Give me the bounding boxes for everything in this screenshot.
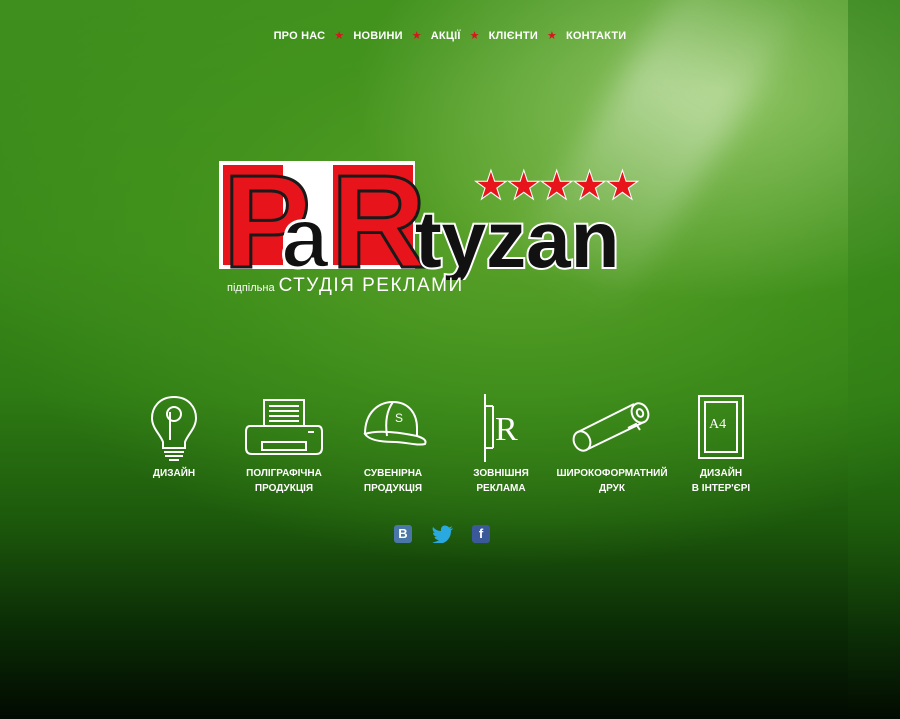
svg-text:S: S: [395, 411, 403, 425]
background-strip: [848, 0, 900, 719]
logo-tagline: підпільна СТУДІЯ РЕКЛАМИ: [227, 275, 464, 297]
nav-star-icon: ★: [546, 30, 557, 42]
tagline-small: підпільна: [227, 282, 275, 294]
nav-item-contacts[interactable]: КОНТАКТИ: [566, 30, 626, 42]
a4-frame-icon: A4: [698, 395, 744, 459]
service-label: ШИРОКОФОРМАТНИЙ ДРУК: [556, 468, 668, 494]
service-wide-format[interactable]: ШИРОКОФОРМАТНИЙ ДРУК: [552, 392, 672, 496]
lightbulb-icon: [150, 395, 198, 461]
nav-item-news[interactable]: НОВИНИ: [353, 30, 402, 42]
logo-wordmark: P a R tyzan ★★★★★: [219, 155, 642, 280]
service-label: ПОЛІГРАФІЧНА ПРОДУКЦІЯ: [246, 468, 322, 494]
logo-letter-r: R: [331, 155, 426, 280]
printer-icon: [245, 399, 323, 455]
nav-item-clients[interactable]: КЛІЄНТИ: [489, 30, 538, 42]
service-label: СУВЕНІРНА ПРОДУКЦІЯ: [363, 468, 423, 494]
nav-item-about[interactable]: ПРО НАС: [274, 30, 326, 42]
service-printing[interactable]: ПОЛІГРАФІЧНА ПРОДУКЦІЯ: [224, 392, 344, 496]
signboard-icon: R: [484, 394, 518, 462]
twitter-icon[interactable]: t: [432, 525, 453, 544]
vk-icon[interactable]: B: [394, 525, 412, 543]
facebook-icon[interactable]: f: [472, 525, 490, 543]
service-label: ЗОВНІШНЯ РЕКЛАМА: [473, 468, 529, 494]
nav-star-icon: ★: [334, 30, 345, 42]
nav-star-icon: ★: [469, 30, 480, 42]
service-outdoor[interactable]: R ЗОВНІШНЯ РЕКЛАМА: [441, 392, 561, 496]
cap-icon: S: [363, 400, 427, 446]
logo[interactable]: P a R tyzan ★★★★★ підпільна СТУДІЯ РЕКЛАМ…: [215, 155, 695, 305]
top-nav: ПРО НАС ★ НОВИНИ ★ АКЦІЇ ★ КЛІЄНТИ ★ КОНТАКТИ: [0, 29, 900, 42]
services-row: ДИЗАЙН ПОЛІГРАФІЧНА ПРОДУКЦІЯ S СУВЕНІРН…: [0, 392, 900, 502]
service-souvenirs[interactable]: S СУВЕНІРНА ПРОДУКЦІЯ: [333, 392, 453, 496]
roll-icon: [572, 402, 650, 452]
service-label: ДИЗАЙН: [152, 468, 196, 479]
service-interior[interactable]: A4 ДИЗАЙН В ІНТЕР'ЄРІ: [661, 392, 781, 496]
nav-star-icon: ★: [411, 30, 422, 42]
nav-item-promotions[interactable]: АКЦІЇ: [431, 30, 461, 42]
logo-stars-icon: ★★★★★: [473, 163, 638, 209]
tagline-big: СТУДІЯ РЕКЛАМИ: [278, 275, 464, 296]
svg-text:A4: A4: [709, 417, 726, 432]
twitter-bird-icon: [432, 525, 453, 544]
service-label: ДИЗАЙН В ІНТЕР'ЄРІ: [691, 468, 751, 494]
logo-letter-a: a: [281, 190, 330, 280]
service-design[interactable]: ДИЗАЙН: [114, 392, 234, 481]
svg-text:R: R: [495, 411, 518, 448]
